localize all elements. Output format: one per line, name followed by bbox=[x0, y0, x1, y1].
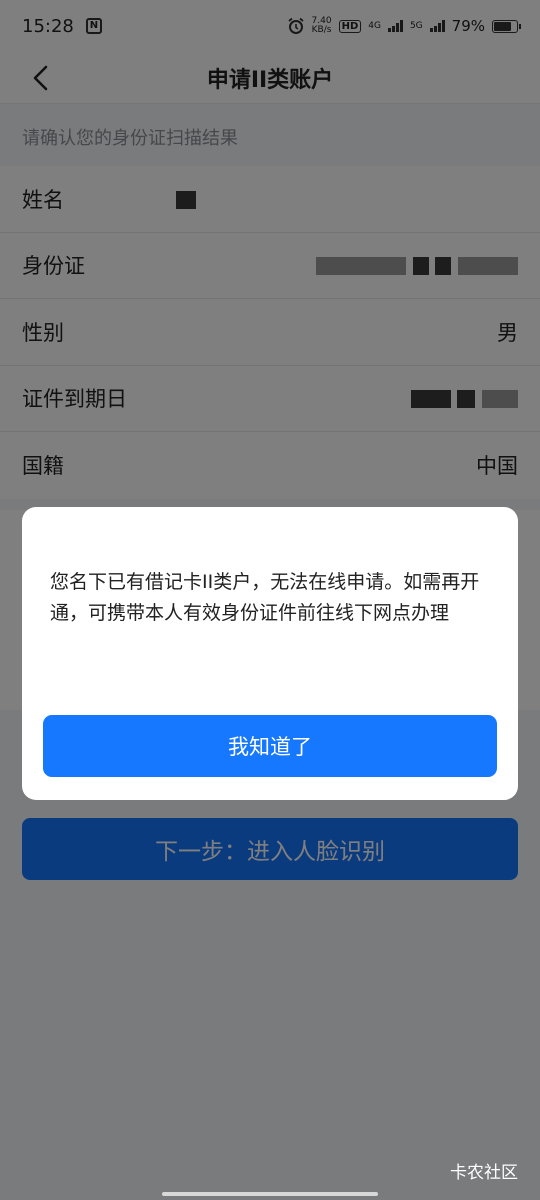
alert-dialog: 您名下已有借记卡II类户，无法在线申请。如需再开通，可携带本人有效身份证件前往线… bbox=[22, 507, 518, 800]
acknowledge-button[interactable]: 我知道了 bbox=[43, 715, 497, 777]
watermark: 卡农社区 bbox=[450, 1163, 518, 1183]
dialog-message: 您名下已有借记卡II类户，无法在线申请。如需再开通，可携带本人有效身份证件前往线… bbox=[50, 571, 480, 624]
home-indicator[interactable] bbox=[162, 1192, 378, 1196]
